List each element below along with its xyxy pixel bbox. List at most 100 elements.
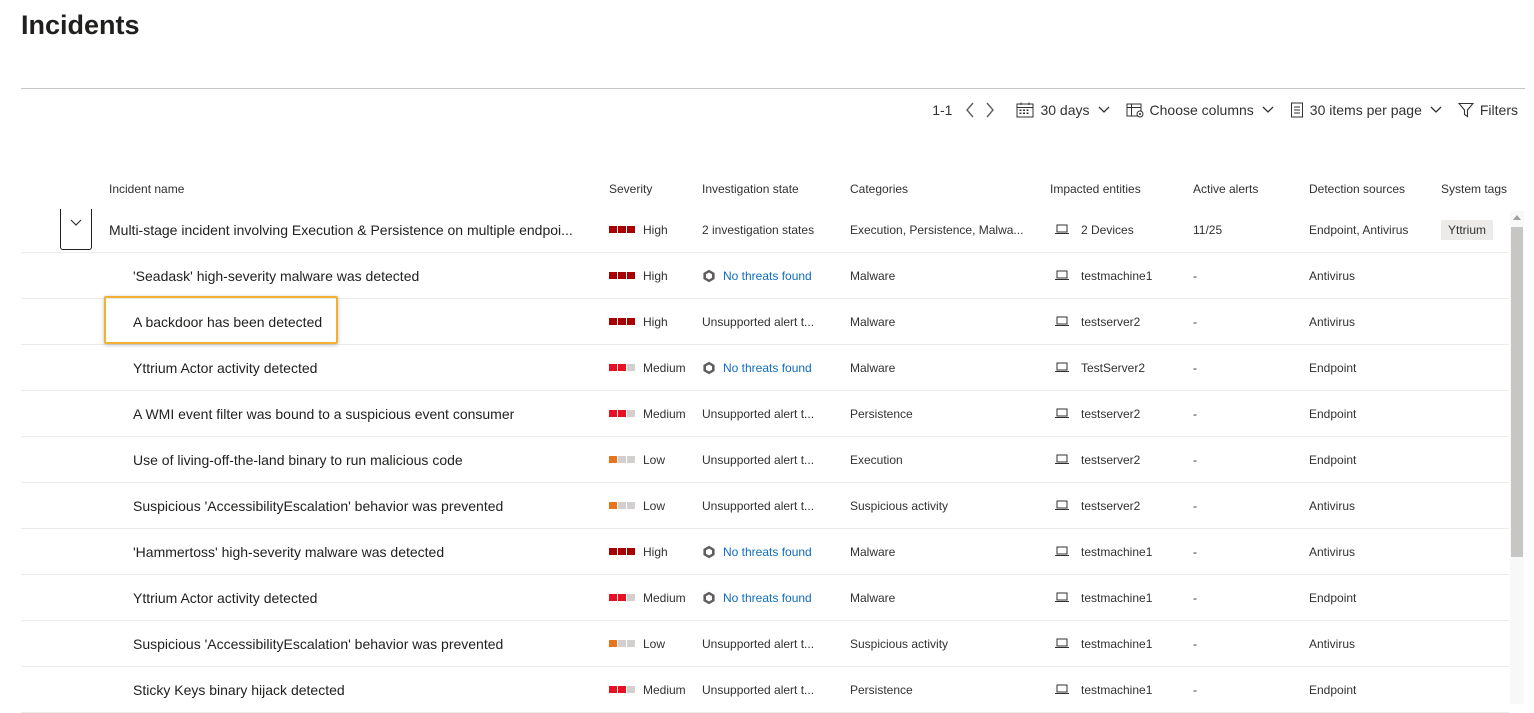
next-page-button[interactable] (980, 99, 1000, 121)
filters-label: Filters (1479, 102, 1518, 118)
investigation-label: No threats found (723, 544, 812, 559)
date-range-dropdown[interactable]: 30 days (1016, 102, 1109, 118)
severity-cell: High (609, 299, 668, 344)
shield-icon (702, 269, 716, 283)
severity-label: High (643, 314, 668, 329)
alert-row[interactable]: A WMI event filter was bound to a suspic… (21, 391, 1509, 437)
alert-name[interactable]: 'Seadask' high-severity malware was dete… (133, 253, 419, 298)
investigation-state[interactable]: No threats found (702, 345, 812, 390)
investigation-label: Unsupported alert t... (702, 452, 815, 467)
severity-cell: Medium (609, 667, 686, 712)
column-header-investigation-state[interactable]: Investigation state (702, 182, 799, 196)
laptop-icon (1055, 224, 1069, 235)
severity-cell: Medium (609, 575, 686, 620)
column-header-categories[interactable]: Categories (850, 182, 908, 196)
alert-name[interactable]: 'Hammertoss' high-severity malware was d… (133, 529, 444, 574)
previous-page-button[interactable] (960, 99, 980, 121)
page-title: Incidents (21, 10, 140, 40)
column-header-detection-sources[interactable]: Detection sources (1309, 182, 1405, 196)
severity-indicator (609, 456, 635, 463)
severity-cell: High (609, 207, 668, 252)
impacted-entities: testserver2 (1055, 391, 1140, 436)
categories: Execution, Persistence, Malwa... (850, 222, 1024, 237)
severity-indicator (609, 594, 635, 601)
column-header-incident-name[interactable]: Incident name (109, 182, 184, 196)
choose-columns-dropdown[interactable]: Choose columns (1126, 102, 1274, 118)
alert-name[interactable]: Yttrium Actor activity detected (133, 345, 317, 390)
entity-label: testserver2 (1081, 314, 1141, 329)
entity-label: 2 Devices (1081, 222, 1134, 237)
alert-name[interactable]: Suspicious 'AccessibilityEscalation' beh… (133, 483, 503, 528)
filters-button[interactable]: Filters (1457, 102, 1518, 118)
severity-label: Medium (643, 406, 686, 421)
investigation-state[interactable]: No threats found (702, 529, 812, 574)
alert-row[interactable]: Yttrium Actor activity detected Medium N… (21, 575, 1509, 621)
incident-row[interactable]: Multi-stage incident involving Execution… (21, 207, 1509, 253)
severity-label: Low (643, 452, 666, 467)
investigation-label: Unsupported alert t... (702, 406, 815, 421)
scrollbar-thumb[interactable] (1511, 227, 1523, 557)
items-per-page-dropdown[interactable]: 30 items per page (1290, 102, 1442, 118)
alert-row[interactable]: Yttrium Actor activity detected Medium N… (21, 345, 1509, 391)
incidents-table: Multi-stage incident involving Execution… (21, 207, 1509, 713)
investigation-state: Unsupported alert t... (702, 667, 814, 712)
entity-label: testserver2 (1081, 406, 1141, 421)
filter-icon (1457, 102, 1474, 118)
categories: Malware (850, 268, 896, 283)
active-alerts: - (1193, 682, 1197, 697)
choose-columns-label: Choose columns (1149, 102, 1254, 118)
entity-label: testserver2 (1081, 498, 1141, 513)
detection-sources: Antivirus (1309, 544, 1356, 559)
incident-name[interactable]: Multi-stage incident involving Execution… (109, 207, 573, 252)
impacted-entities: testmachine1 (1055, 575, 1152, 620)
column-header-severity[interactable]: Severity (609, 182, 652, 196)
scroll-up-icon[interactable] (1513, 213, 1521, 221)
shield-icon (702, 545, 716, 559)
collapse-button[interactable] (60, 209, 92, 250)
page-icon (1290, 102, 1304, 118)
chevron-down-icon (1262, 106, 1274, 114)
severity-indicator (609, 502, 635, 509)
severity-indicator (609, 410, 635, 417)
investigation-state: Unsupported alert t... (702, 299, 814, 344)
chevron-down-icon (1430, 106, 1442, 114)
alert-name[interactable]: Suspicious 'AccessibilityEscalation' beh… (133, 621, 503, 666)
laptop-icon (1055, 500, 1069, 511)
alert-row[interactable]: Sticky Keys binary hijack detected Mediu… (21, 667, 1509, 713)
investigation-state[interactable]: No threats found (702, 253, 812, 298)
alert-name[interactable]: Use of living-off-the-land binary to run… (133, 437, 463, 482)
active-alerts: - (1193, 452, 1197, 467)
column-header-system-tags[interactable]: System tags (1441, 182, 1507, 196)
severity-indicator (609, 272, 635, 279)
impacted-entities: TestServer2 (1055, 345, 1145, 390)
system-tag: Yttrium (1441, 219, 1494, 240)
alert-row[interactable]: Use of living-off-the-land binary to run… (21, 437, 1509, 483)
investigation-label: No threats found (723, 360, 812, 375)
alert-row[interactable]: 'Seadask' high-severity malware was dete… (21, 253, 1509, 299)
alert-name[interactable]: Yttrium Actor activity detected (133, 575, 317, 620)
severity-indicator (609, 686, 635, 693)
severity-indicator (609, 226, 635, 233)
detection-sources: Endpoint (1309, 406, 1357, 421)
column-header-active-alerts[interactable]: Active alerts (1193, 182, 1258, 196)
alert-row[interactable]: 'Hammertoss' high-severity malware was d… (21, 529, 1509, 575)
investigation-state[interactable]: No threats found (702, 575, 812, 620)
date-range-label: 30 days (1040, 102, 1090, 118)
entity-label: TestServer2 (1081, 360, 1146, 375)
categories: Malware (850, 314, 896, 329)
calendar-icon (1016, 102, 1034, 118)
categories: Execution (850, 452, 903, 467)
categories: Malware (850, 360, 896, 375)
alert-row[interactable]: Suspicious 'AccessibilityEscalation' beh… (21, 483, 1509, 529)
shield-icon (702, 361, 716, 375)
column-header-impacted-entities[interactable]: Impacted entities (1050, 182, 1141, 196)
alert-name[interactable]: A WMI event filter was bound to a suspic… (133, 391, 514, 436)
alert-row[interactable]: Suspicious 'AccessibilityEscalation' beh… (21, 621, 1509, 667)
alert-name[interactable]: Sticky Keys binary hijack detected (133, 667, 345, 712)
investigation-state: Unsupported alert t... (702, 621, 814, 666)
laptop-icon (1055, 316, 1069, 327)
active-alerts: 11/25 (1193, 222, 1223, 237)
investigation-label: Unsupported alert t... (702, 314, 815, 329)
impacted-entities: testserver2 (1055, 483, 1140, 528)
investigation-label: Unsupported alert t... (702, 636, 815, 651)
